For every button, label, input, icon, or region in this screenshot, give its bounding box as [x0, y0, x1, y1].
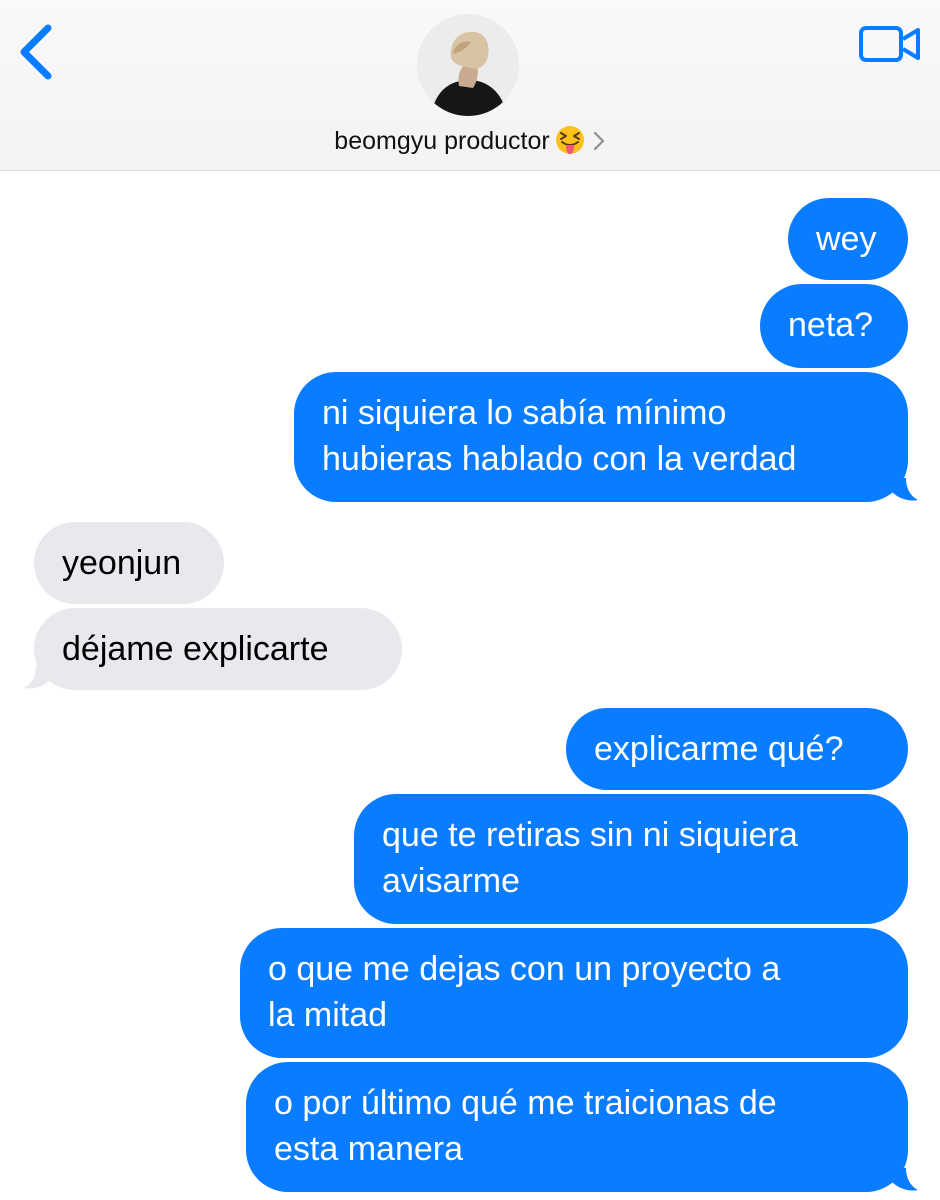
video-camera-icon[interactable]	[858, 25, 922, 63]
outgoing-message[interactable]: explicarme qué?	[566, 708, 908, 790]
chevron-right-icon	[593, 131, 604, 151]
message-line: o que me dejas con un proyecto a	[268, 950, 781, 988]
incoming-message[interactable]: déjame explicarte	[34, 608, 402, 690]
bubble-tail	[892, 1168, 918, 1191]
bubble-tail	[24, 666, 50, 689]
message-line: wey	[816, 220, 877, 258]
message-line: que te retiras sin ni siquiera	[382, 816, 798, 854]
message-line: ni siquiera lo sabía mínimo	[322, 394, 727, 432]
outgoing-message[interactable]: o que me dejas con un proyecto a la mita…	[240, 928, 908, 1058]
message-line: la mitad	[268, 996, 388, 1034]
message-line: hubieras hablado con la verdad	[322, 440, 797, 478]
message-line: esta manera	[274, 1130, 463, 1168]
outgoing-message[interactable]: wey	[788, 198, 908, 280]
conversation-header: beomgyu productor	[0, 0, 940, 171]
message-line: yeonjun	[62, 544, 182, 582]
message-line: déjame explicarte	[62, 630, 329, 668]
avatar[interactable]	[417, 14, 519, 116]
message-line: neta?	[788, 306, 874, 344]
incoming-message[interactable]: yeonjun	[34, 522, 224, 604]
contact-name: beomgyu productor	[334, 127, 550, 155]
chevron-left-icon[interactable]	[14, 22, 60, 82]
message-line: explicarme qué?	[594, 730, 844, 768]
outgoing-message[interactable]: o por último qué me traicionas de esta m…	[246, 1062, 908, 1192]
outgoing-message[interactable]: neta?	[760, 284, 908, 368]
contact-name-button[interactable]: beomgyu productor	[0, 124, 940, 156]
outgoing-message[interactable]: ni siquiera lo sabía mínimo hubieras hab…	[294, 372, 908, 502]
message-line: o por último qué me traicionas de	[274, 1084, 777, 1122]
outgoing-message[interactable]: que te retiras sin ni siquiera avisarme	[354, 794, 908, 924]
squinting-face-with-tongue-emoji	[555, 126, 584, 154]
message-line: avisarme	[382, 862, 520, 900]
bubble-tail	[892, 478, 918, 501]
